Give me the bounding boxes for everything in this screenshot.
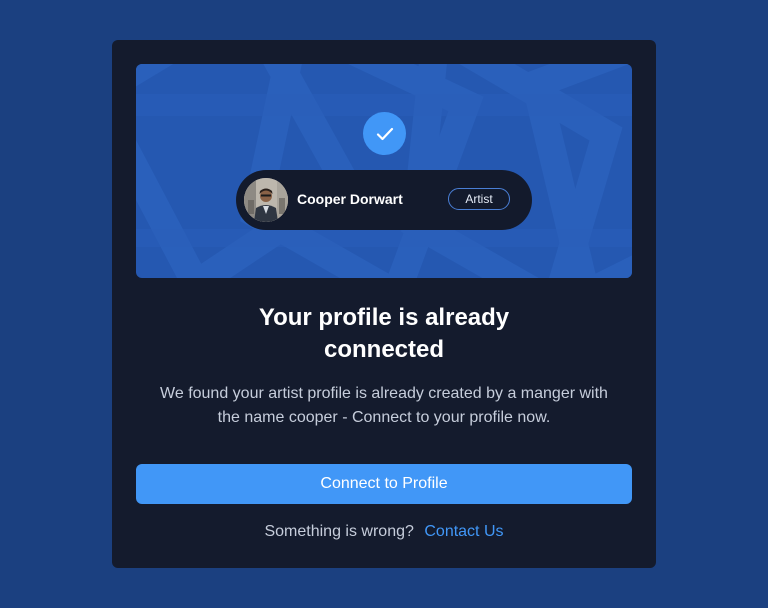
connect-to-profile-button[interactable]: Connect to Profile: [136, 464, 632, 504]
title-line-2: connected: [323, 336, 445, 363]
description-text: We found your artist profile is already …: [136, 382, 632, 430]
hero-banner: Cooper Dorwart Artist: [136, 64, 632, 278]
page-title: Your profile is already connected: [136, 302, 632, 366]
profile-connected-card: Cooper Dorwart Artist Your profile is al…: [112, 40, 656, 568]
profile-name: Cooper Dorwart: [297, 191, 403, 207]
check-icon: [376, 127, 393, 140]
description-line-2: the name cooper - Connect to your profil…: [217, 409, 551, 426]
avatar-photo: [244, 178, 288, 222]
role-badge: Artist: [448, 188, 510, 210]
contact-us-link[interactable]: Contact Us: [424, 523, 503, 540]
success-check-badge: [363, 112, 406, 155]
avatar: [244, 178, 288, 222]
description-line-1: We found your artist profile is already …: [160, 385, 608, 402]
help-prompt: Something is wrong?: [264, 523, 414, 540]
title-line-1: Your profile is already: [258, 304, 510, 331]
profile-chip: Cooper Dorwart Artist: [236, 170, 532, 230]
help-footer: Something is wrong? Contact Us: [136, 522, 632, 542]
